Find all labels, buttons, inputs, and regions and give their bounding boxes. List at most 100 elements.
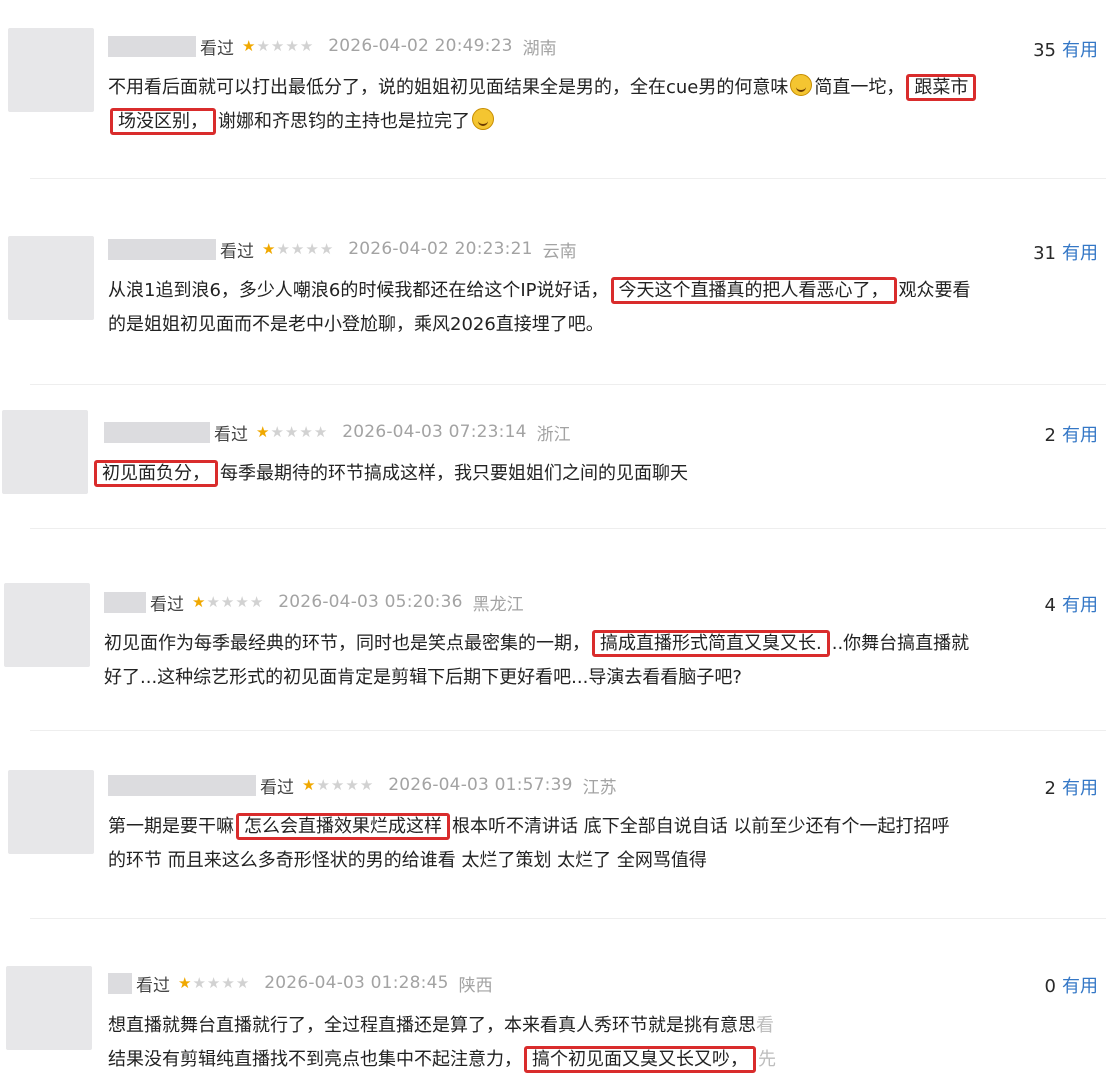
avatar[interactable] xyxy=(2,410,88,494)
review-location: 陕西 xyxy=(458,975,493,996)
avatar[interactable] xyxy=(8,236,94,320)
star-icon: ★ xyxy=(299,422,313,441)
useful-button[interactable]: 0 有用 xyxy=(1045,972,1098,998)
divider xyxy=(30,918,1106,919)
useful-button[interactable]: 2 有用 xyxy=(1045,774,1098,800)
useful-button[interactable]: 31 有用 xyxy=(1033,239,1098,265)
review-text-segment: 从浪1追到浪6，多少人嘲浪6的时候我都还在给这个IP说好话， xyxy=(108,280,609,301)
star-icon: ★ xyxy=(302,775,316,794)
review-location: 黑龙江 xyxy=(472,594,524,615)
useful-label: 有用 xyxy=(1062,778,1098,799)
watched-status: 看过 xyxy=(200,38,234,59)
avatar[interactable] xyxy=(8,28,94,112)
review-text-segment: 不用看后面就可以打出最低分了，说的姐姐初见面结果全是男的，全在cue男的何意味 xyxy=(108,77,789,98)
review-text-segment: 每季最期待的环节搞成这样，我只要姐姐们之间的见面聊天 xyxy=(220,463,688,484)
star-icon: ★ xyxy=(305,239,319,258)
star-icon: ★ xyxy=(276,239,290,258)
star-icon: ★ xyxy=(192,973,206,992)
useful-count: 2 xyxy=(1044,778,1056,799)
review-text-segment: 观众要看 xyxy=(898,280,971,301)
divider xyxy=(30,178,1106,179)
watched-status: 看过 xyxy=(150,594,184,615)
review-location: 湖南 xyxy=(522,38,557,59)
star-icon: ★ xyxy=(316,775,330,794)
star-icon: ★ xyxy=(221,973,235,992)
avatar[interactable] xyxy=(4,583,90,667)
review-text-segment: 第一期是要干嘛 xyxy=(108,816,234,837)
divider xyxy=(30,384,1106,385)
useful-count: 4 xyxy=(1044,595,1056,616)
highlighted-phrase: 今天这个直播真的把人看恶心了， xyxy=(610,277,897,304)
username-redacted xyxy=(108,972,132,994)
star-icon: ★ xyxy=(192,592,206,611)
faded-text: 先 xyxy=(758,1049,776,1070)
useful-count: 35 xyxy=(1033,40,1056,61)
useful-button[interactable]: 35 有用 xyxy=(1033,36,1098,62)
star-icon: ★ xyxy=(256,422,270,441)
review-text: 从浪1追到浪6，多少人嘲浪6的时候我都还在给这个IP说好话， 今天这个直播真的把人… xyxy=(108,274,1103,342)
smile-emoji-icon xyxy=(472,108,494,130)
useful-count: 0 xyxy=(1044,976,1056,997)
star-icon: ★ xyxy=(319,239,334,258)
review-text-segment: 结果没有剪辑纯直播找不到亮点也集中不起注意力， xyxy=(108,1049,522,1070)
rating-stars: ★ ★ ★ ★ ★ xyxy=(262,239,334,258)
star-icon: ★ xyxy=(345,775,359,794)
username-redacted xyxy=(108,35,196,57)
review-location: 云南 xyxy=(542,241,577,262)
review-text: 不用看后面就可以打出最低分了，说的姐姐初见面结果全是男的，全在cue男的何意味 简… xyxy=(108,71,1103,139)
star-icon: ★ xyxy=(242,36,256,55)
review-time: 2026-04-03 01:57:39 xyxy=(388,775,573,795)
review-text: 初见面负分， 每季最期待的环节搞成这样，我只要姐姐们之间的见面聊天 xyxy=(92,457,1092,491)
star-icon: ★ xyxy=(284,422,299,441)
useful-label: 有用 xyxy=(1062,425,1098,446)
star-icon: ★ xyxy=(256,36,270,55)
avatar[interactable] xyxy=(8,770,94,854)
review-text: 想直播就舞台直播就行了，全过程直播还是算了，本来看真人秀环节就是挑有意思看 结果没… xyxy=(108,1009,1098,1077)
review-text: 初见面作为每季最经典的环节，同时也是笑点最密集的一期， 搞成直播形式简直又臭又长.… xyxy=(104,627,1099,695)
username-redacted xyxy=(108,774,256,796)
review-text-segment: 的是姐姐初见面而不是老中小登尬聊，乘风2026直接埋了吧。 xyxy=(108,314,604,335)
star-icon: ★ xyxy=(220,592,235,611)
rating-stars: ★ ★ ★ ★ ★ xyxy=(242,36,314,55)
watched-status: 看过 xyxy=(136,975,170,996)
star-icon: ★ xyxy=(235,592,249,611)
star-icon: ★ xyxy=(178,973,192,992)
username-redacted xyxy=(104,421,210,443)
useful-button[interactable]: 4 有用 xyxy=(1045,591,1098,617)
username-redacted xyxy=(108,238,216,260)
star-icon: ★ xyxy=(299,36,314,55)
review-location: 江苏 xyxy=(582,777,617,798)
divider xyxy=(30,528,1106,529)
highlighted-phrase: 跟菜市 xyxy=(906,74,977,101)
star-icon: ★ xyxy=(206,973,221,992)
highlighted-phrase: 初见面负分， xyxy=(94,460,218,487)
avatar[interactable] xyxy=(6,966,92,1050)
rating-stars: ★ ★ ★ ★ ★ xyxy=(178,973,250,992)
useful-count: 31 xyxy=(1033,243,1056,264)
star-icon: ★ xyxy=(330,775,345,794)
review-text-segment: 想直播就舞台直播就行了，全过程直播还是算了，本来看真人秀环节就是挑有意思 xyxy=(108,1015,756,1036)
star-icon: ★ xyxy=(262,239,276,258)
highlighted-phrase: 搞个初见面又臭又长又吵， xyxy=(524,1046,756,1073)
useful-label: 有用 xyxy=(1062,595,1098,616)
review-text-segment: 简直一坨， xyxy=(814,77,905,98)
useful-count: 2 xyxy=(1044,425,1056,446)
watched-status: 看过 xyxy=(260,777,294,798)
review-text: 第一期是要干嘛 怎么会直播效果烂成这样 根本听不清讲话 底下全部自说自话 以前至少还… xyxy=(108,810,1098,878)
watched-status: 看过 xyxy=(220,241,254,262)
review-text-segment: 好了...这种综艺形式的初见面肯定是剪辑下后期下更好看吧...导演去看看脑子吧? xyxy=(104,667,742,688)
review-text-segment: 的环节 而且来这么多奇形怪状的男的给谁看 太烂了策划 太烂了 全网骂值得 xyxy=(108,850,707,871)
star-icon: ★ xyxy=(249,592,264,611)
review-time: 2026-04-02 20:49:23 xyxy=(328,36,513,56)
rating-stars: ★ ★ ★ ★ ★ xyxy=(192,592,264,611)
rating-stars: ★ ★ ★ ★ ★ xyxy=(256,422,328,441)
review-time: 2026-04-03 07:23:14 xyxy=(342,422,527,442)
highlighted-phrase: 怎么会直播效果烂成这样 xyxy=(236,813,450,840)
useful-button[interactable]: 2 有用 xyxy=(1045,421,1098,447)
review-text-segment: ..你舞台搞直播就 xyxy=(831,633,970,654)
rating-stars: ★ ★ ★ ★ ★ xyxy=(302,775,374,794)
review-time: 2026-04-03 05:20:36 xyxy=(278,592,463,612)
useful-label: 有用 xyxy=(1062,976,1098,997)
star-icon: ★ xyxy=(206,592,220,611)
star-icon: ★ xyxy=(270,36,285,55)
